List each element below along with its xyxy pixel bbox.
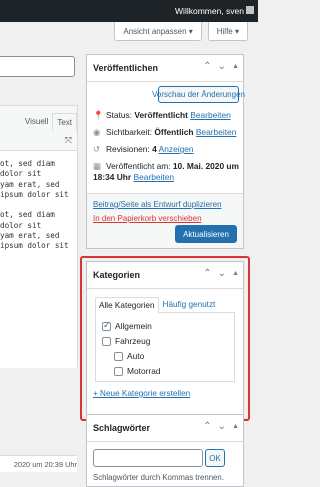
editor-tabs: Visuell Text bbox=[21, 113, 77, 131]
published-row-2: 18:34 Uhr Bearbeiten bbox=[93, 172, 174, 183]
editor-line: dolor sit bbox=[0, 220, 42, 230]
status-row: 📍 Status: Veröffentlicht Bearbeiten bbox=[93, 110, 231, 121]
revisions-value: 4 bbox=[152, 144, 157, 154]
revisions-row: ↺ Revisionen: 4 Anzeigen bbox=[93, 144, 194, 155]
help-button[interactable]: Hilfe ▾ bbox=[207, 22, 248, 41]
trash-link[interactable]: In den Papierkorb verschieben bbox=[93, 214, 202, 223]
tags-header: Schlagwörter ⌃ ⌄ ▲ bbox=[87, 415, 243, 442]
add-tag-button[interactable]: OK bbox=[205, 449, 225, 467]
content-editor: Visuell Text ⤧ ot, sed diam dolor sit yam … bbox=[0, 105, 78, 472]
pin-icon: 📍 bbox=[93, 110, 104, 120]
status-label: Status: bbox=[106, 110, 135, 120]
chevron-up-icon[interactable]: ⌃ bbox=[203, 421, 211, 432]
box-controls: ⌃ ⌄ ▲ bbox=[203, 421, 239, 432]
calendar-icon: ▦ bbox=[93, 161, 101, 171]
admin-bar: Willkommen, sven bbox=[0, 0, 258, 22]
tags-title: Schlagwörter bbox=[93, 423, 151, 433]
welcome-text[interactable]: Willkommen, sven bbox=[175, 6, 244, 16]
editor-line: dolor sit bbox=[0, 169, 42, 179]
editor-line: yam erat, sed bbox=[0, 231, 60, 241]
categories-highlight bbox=[80, 256, 250, 421]
chevron-down-icon[interactable]: ⌄ bbox=[218, 421, 226, 432]
avatar[interactable] bbox=[246, 6, 254, 14]
editor-textarea[interactable]: ot, sed diam dolor sit yam erat, sed ipsum … bbox=[0, 150, 77, 368]
publish-header: Veröffentlichen ⌃ ⌄ ▲ bbox=[87, 55, 243, 82]
screen-options-bar: Ansicht anpassen ▾ Hilfe ▾ bbox=[114, 22, 248, 41]
visibility-value: Öffentlich bbox=[154, 127, 194, 137]
chevron-up-icon[interactable]: ⌃ bbox=[203, 61, 211, 72]
eye-icon: ◉ bbox=[93, 127, 101, 137]
editor-line: ot, sed diam bbox=[0, 159, 55, 168]
published-edit-link[interactable]: Bearbeiten bbox=[134, 172, 175, 182]
duplicate-draft-link[interactable]: Beitrag/Seite als Entwurf duplizieren bbox=[93, 200, 222, 209]
editor-line: yam erat, sed bbox=[0, 179, 60, 189]
tag-input[interactable] bbox=[93, 449, 203, 467]
editor-line: ipsum dolor sit bbox=[0, 241, 69, 251]
update-button[interactable]: Aktualisieren bbox=[175, 225, 237, 243]
box-controls: ⌃ ⌄ ▲ bbox=[203, 61, 239, 72]
visibility-row: ◉ Sichtbarkeit: Öffentlich Bearbeiten bbox=[93, 127, 236, 138]
publish-title: Veröffentlichen bbox=[93, 63, 159, 73]
editor-line: ipsum dolor sit bbox=[0, 189, 69, 199]
revisions-link[interactable]: Anzeigen bbox=[159, 144, 194, 154]
tab-text[interactable]: Text bbox=[52, 113, 77, 131]
tab-visual[interactable]: Visuell bbox=[21, 113, 52, 131]
published-date: 10. Mai. 2020 um bbox=[172, 161, 239, 171]
editor-line: ot, sed diam bbox=[0, 210, 55, 220]
status-edit-link[interactable]: Bearbeiten bbox=[190, 110, 231, 120]
published-label: Veröffentlicht am: bbox=[106, 161, 173, 171]
tags-hint: Schlagwörter durch Kommas trennen. bbox=[93, 473, 224, 482]
visibility-label: Sichtbarkeit: bbox=[106, 127, 155, 137]
screen-options-button[interactable]: Ansicht anpassen ▾ bbox=[114, 22, 202, 41]
published-time: 18:34 Uhr bbox=[93, 172, 132, 182]
publish-footer: Beitrag/Seite als Entwurf duplizieren In… bbox=[87, 193, 243, 248]
publish-box: Veröffentlichen ⌃ ⌄ ▲ Vorschau der Änder… bbox=[86, 54, 245, 249]
tab-all-categories[interactable]: Alle Kategorien bbox=[95, 297, 159, 314]
published-row: ▦ Veröffentlicht am: 10. Mai. 2020 um bbox=[93, 161, 239, 172]
editor-line: ​ bbox=[0, 200, 77, 210]
last-edit-info: 2020 um 20:39 Uhr bbox=[0, 455, 77, 472]
tags-box: Schlagwörter ⌃ ⌄ ▲ OK Schlagwörter durch… bbox=[86, 414, 244, 487]
chevron-down-icon[interactable]: ⌄ bbox=[218, 61, 226, 72]
fullscreen-icon[interactable]: ⤧ bbox=[65, 135, 72, 146]
post-title-input[interactable] bbox=[0, 56, 75, 77]
history-icon: ↺ bbox=[93, 144, 101, 154]
caret-up-icon[interactable]: ▲ bbox=[232, 61, 239, 72]
caret-up-icon[interactable]: ▲ bbox=[232, 421, 239, 432]
revisions-label: Revisionen: bbox=[106, 144, 153, 154]
preview-changes-button[interactable]: Vorschau der Änderungen bbox=[152, 86, 245, 103]
visibility-edit-link[interactable]: Bearbeiten bbox=[196, 127, 237, 137]
status-value: Veröffentlicht bbox=[134, 110, 188, 120]
